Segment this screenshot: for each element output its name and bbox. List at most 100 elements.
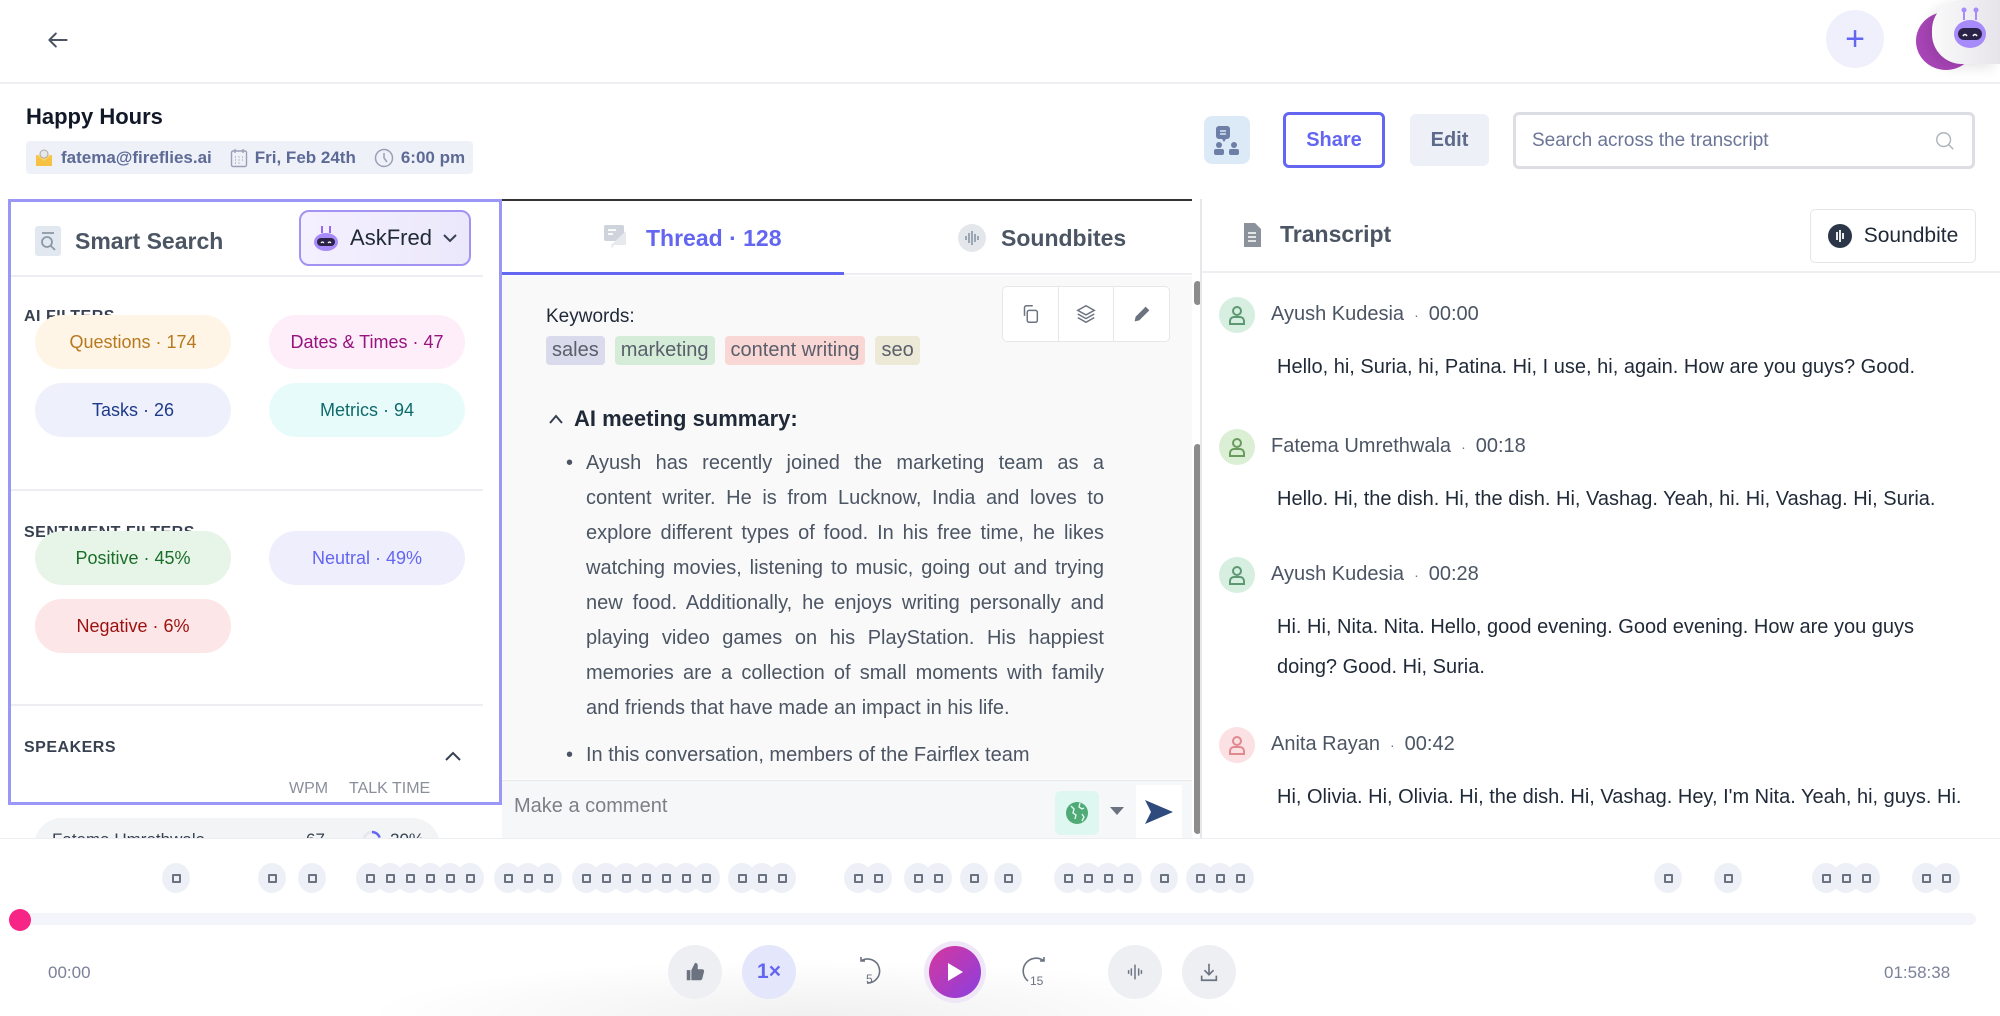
comment-markers — [0, 863, 2000, 895]
comment-marker[interactable] — [864, 863, 892, 893]
transcript-search-input[interactable] — [1532, 129, 1934, 152]
keyword-tag[interactable]: seo — [875, 336, 920, 365]
comment-marker[interactable] — [162, 863, 190, 893]
edit-summary-button[interactable] — [1114, 287, 1169, 341]
tab-soundbites[interactable]: Soundbites — [957, 201, 1126, 275]
keyword-tag[interactable]: content writing — [724, 336, 866, 365]
sentiment-filter-chip[interactable]: Neutral · 49% — [269, 531, 465, 585]
visibility-button[interactable] — [1055, 791, 1099, 835]
like-button[interactable] — [668, 945, 722, 999]
comment-input[interactable] — [514, 795, 1014, 818]
copy-icon — [1024, 305, 1039, 323]
transcript-search[interactable] — [1513, 112, 1975, 169]
speaker-avatar[interactable] — [1219, 727, 1255, 763]
timestamp[interactable]: 00:42 — [1405, 733, 1455, 755]
timestamp[interactable]: 00:18 — [1476, 435, 1526, 457]
sentiment-filter-chip[interactable]: Positive · 45% — [35, 531, 231, 585]
comment-marker[interactable] — [994, 863, 1022, 893]
wpm-column-header: WPM — [289, 780, 329, 797]
comment-icon — [701, 873, 711, 883]
summary-toggle[interactable]: AI meeting summary: — [548, 406, 798, 432]
forward-15-icon: 15 — [1022, 957, 1045, 988]
keyword-tag[interactable]: marketing — [614, 336, 715, 365]
timestamp[interactable]: 00:00 — [1429, 303, 1479, 325]
transcript-text[interactable]: Hi. Hi, Nita. Nita. Hello, good evening.… — [1277, 607, 1977, 687]
askfred-dropdown[interactable]: AskFred — [299, 210, 471, 266]
fred-bot-launcher[interactable] — [1932, 0, 2000, 64]
search-icon[interactable] — [1934, 130, 1956, 152]
copy-button[interactable] — [1003, 287, 1059, 341]
comment-icon — [1941, 873, 1951, 883]
soundbite-label: Soundbite — [1863, 224, 1959, 247]
create-soundbite-button[interactable]: Soundbite — [1810, 209, 1976, 263]
comment-icon — [1195, 873, 1205, 883]
playback-scrubber[interactable] — [9, 909, 31, 931]
comment-marker[interactable] — [692, 863, 720, 893]
sentiment-filter-chip[interactable]: Negative · 6% — [35, 599, 231, 653]
speaker-name[interactable]: Ayush Kudesia — [1271, 563, 1404, 585]
comment-marker[interactable] — [1114, 863, 1142, 893]
download-button[interactable] — [1182, 945, 1236, 999]
playback-speed-button[interactable]: 1× — [742, 945, 796, 999]
comment-icon — [1103, 873, 1113, 883]
comment-icon — [1235, 873, 1245, 883]
summary-list: Ayush has recently joined the marketing … — [566, 446, 1104, 779]
layers-button[interactable] — [1059, 287, 1115, 341]
comment-marker[interactable] — [1150, 863, 1178, 893]
soundbite-player-button[interactable] — [1108, 945, 1162, 999]
edit-button[interactable]: Edit — [1410, 114, 1489, 166]
comment-marker[interactable] — [768, 863, 796, 893]
comment-marker[interactable] — [924, 863, 952, 893]
comment-icon — [503, 873, 513, 883]
speaker-avatar[interactable] — [1219, 297, 1255, 333]
speaker-avatar[interactable] — [1219, 557, 1255, 593]
comment-marker[interactable] — [298, 863, 326, 893]
back-button[interactable] — [42, 24, 74, 56]
keyword-tag[interactable]: sales — [546, 336, 605, 365]
send-comment-button[interactable] — [1136, 785, 1182, 839]
comment-marker[interactable] — [1654, 863, 1682, 893]
tab-thread[interactable]: Thread · 128 — [602, 201, 782, 275]
chevron-up-icon[interactable] — [443, 749, 463, 763]
comment-marker[interactable] — [1714, 863, 1742, 893]
clock-icon — [374, 148, 394, 167]
divider — [11, 704, 483, 706]
transcript-text[interactable]: Hi, Olivia. Hi, Olivia. Hi, the dish. Hi… — [1277, 777, 1977, 817]
comment-marker[interactable] — [1226, 863, 1254, 893]
speaker-name[interactable]: Ayush Kudesia — [1271, 303, 1404, 325]
speaker-name[interactable]: Fatema Umrethwala — [1271, 435, 1451, 457]
comment-marker[interactable] — [1932, 863, 1960, 893]
play-button[interactable] — [924, 941, 986, 1003]
comment-icon — [933, 873, 943, 883]
comment-marker[interactable] — [534, 863, 562, 893]
current-time: 00:00 — [48, 963, 91, 982]
ai-filter-chip[interactable]: Metrics · 94 — [269, 383, 465, 437]
speaker-name[interactable]: Anita Rayan — [1271, 733, 1380, 755]
ai-filter-chip[interactable]: Questions · 174 — [35, 315, 231, 369]
user-icon — [1229, 736, 1245, 755]
comment-marker[interactable] — [1852, 863, 1880, 893]
transcript-text[interactable]: Hello, hi, Suria, hi, Patina. Hi, I use,… — [1277, 347, 1977, 387]
rewind-button[interactable]: 5 — [845, 945, 899, 999]
forward-button[interactable]: 15 — [1006, 945, 1060, 999]
ai-filter-chip[interactable]: Tasks · 26 — [35, 383, 231, 437]
share-button[interactable]: Share — [1283, 112, 1385, 168]
participants-button[interactable] — [1204, 116, 1250, 164]
comment-marker[interactable] — [456, 863, 484, 893]
transcript-text[interactable]: Hello. Hi, the dish. Hi, the dish. Hi, V… — [1277, 479, 1977, 519]
playback-track[interactable] — [14, 913, 1976, 925]
speakers-title: SPEAKERS — [24, 739, 117, 756]
comment-icon — [1723, 873, 1733, 883]
visibility-dropdown-icon[interactable] — [1110, 807, 1124, 815]
edit-pencil-icon — [1134, 306, 1150, 322]
speaker-avatar[interactable] — [1219, 429, 1255, 465]
comment-icon — [581, 873, 591, 883]
askfred-label: AskFred — [350, 225, 432, 250]
add-button[interactable]: + — [1826, 10, 1884, 68]
comment-icon — [385, 873, 395, 883]
comment-marker[interactable] — [258, 863, 286, 893]
ai-filter-chip[interactable]: Dates & Times · 47 — [269, 315, 465, 369]
comment-marker[interactable] — [960, 863, 988, 893]
timestamp[interactable]: 00:28 — [1429, 563, 1479, 585]
comment-icon — [601, 873, 611, 883]
